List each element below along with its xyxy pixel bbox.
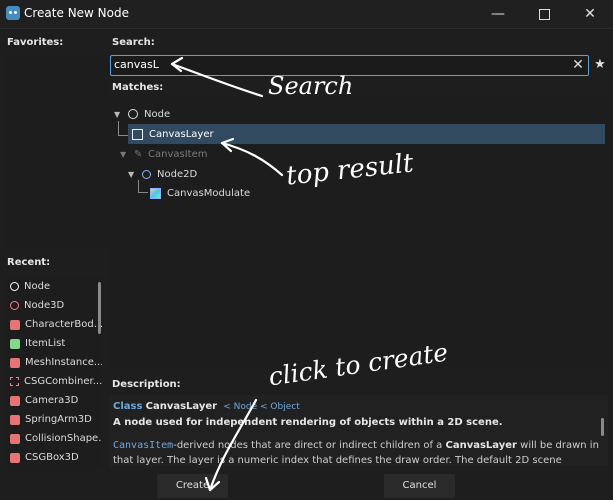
create-arrow bbox=[208, 398, 258, 492]
top-result-arrow bbox=[220, 141, 284, 177]
annotation-search: Search bbox=[268, 72, 354, 100]
search-arrow bbox=[170, 62, 264, 98]
